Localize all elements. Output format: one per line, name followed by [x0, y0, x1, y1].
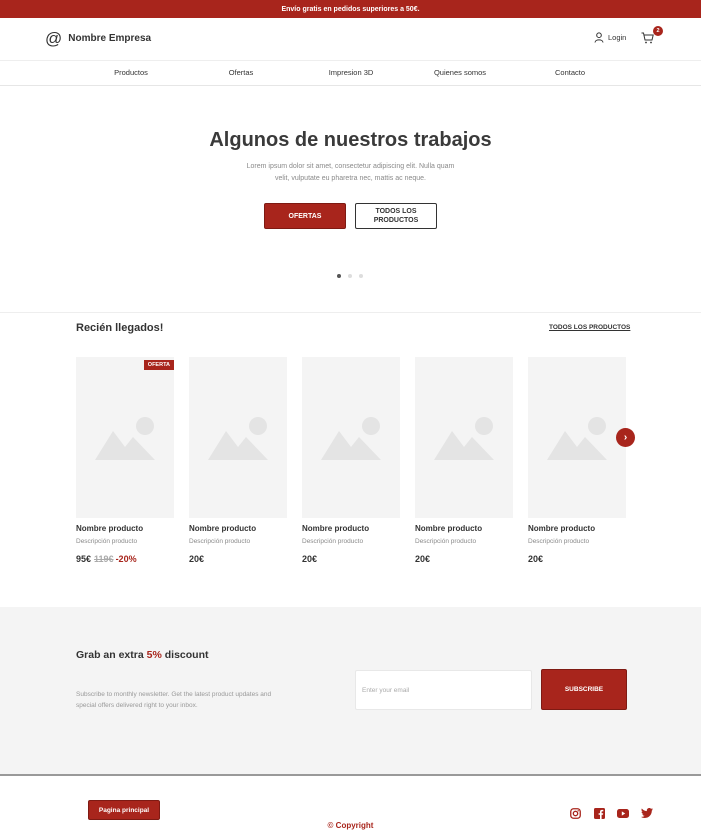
product-image[interactable]: OFERTA [76, 357, 174, 518]
cart-button[interactable]: 2 [641, 26, 663, 49]
instagram-icon[interactable] [569, 807, 581, 819]
product-name[interactable]: Nombre producto [415, 524, 482, 533]
promo-banner: Envío gratis en pedidos superiores a 50€… [0, 0, 701, 18]
carousel-dot[interactable] [359, 274, 363, 278]
copyright: © Copyright [327, 821, 374, 830]
hero-title: Algunos de nuestros trabajos [209, 129, 492, 151]
product-price: 95€ [76, 554, 92, 564]
product-card[interactable]: Nombre producto Descripción producto 20€ [415, 357, 513, 564]
nav-item-productos[interactable]: Productos [114, 68, 148, 77]
newsletter-section: Grab an extra 5% discount Subscribe to m… [0, 607, 701, 776]
product-price: 20€ [189, 554, 205, 564]
all-products-button[interactable]: TODOS LOS PRODUCTOS [355, 203, 437, 229]
newsletter-title-after: discount [164, 649, 209, 661]
offers-button[interactable]: OFERTAS [264, 203, 346, 229]
nav-item-quienes-somos[interactable]: Quienes somos [434, 68, 486, 77]
cart-count-badge: 2 [653, 26, 663, 36]
email-input[interactable] [355, 670, 532, 710]
product-image[interactable] [528, 357, 626, 518]
product-description: Descripción producto [189, 538, 251, 545]
image-placeholder-icon [95, 417, 155, 460]
login-label: Login [608, 33, 627, 42]
hero-carousel: Algunos de nuestros trabajos Lorem ipsum… [0, 87, 701, 313]
product-name[interactable]: Nombre producto [189, 524, 256, 533]
facebook-icon[interactable] [593, 807, 605, 819]
product-image[interactable] [302, 357, 400, 518]
carousel-dots [337, 274, 363, 278]
at-icon: @ [45, 29, 63, 48]
product-description: Descripción producto [76, 538, 138, 545]
brand-logo[interactable]: @ Nombre Empresa [45, 30, 151, 47]
product-price: 20€ [528, 554, 544, 564]
carousel-dot[interactable] [337, 274, 341, 278]
chevron-right-icon: › [623, 432, 628, 443]
image-placeholder-icon [321, 417, 381, 460]
old-price: 119€ [94, 554, 114, 564]
nav-item-impresion-3d[interactable]: Impresion 3D [329, 68, 374, 77]
product-name[interactable]: Nombre producto [302, 524, 369, 533]
product-name[interactable]: Nombre producto [528, 524, 595, 533]
product-description: Descripción producto [528, 538, 590, 545]
product-card[interactable]: Nombre producto Descripción producto 20€ [189, 357, 287, 564]
offer-badge: OFERTA [143, 360, 174, 370]
login-button[interactable]: Login [594, 32, 626, 43]
product-card[interactable]: Nombre producto Descripción producto 20€ [302, 357, 400, 564]
image-placeholder-icon [547, 417, 607, 460]
product-card[interactable]: OFERTA Nombre producto Descripción produ… [76, 357, 174, 564]
user-icon [594, 32, 604, 43]
product-description: Descripción producto [415, 538, 477, 545]
section-title: Recién llegados! [76, 322, 164, 334]
site-header: @ Nombre Empresa Login 2 [0, 18, 701, 60]
promo-text: Envío gratis en pedidos superiores a 50€… [281, 5, 420, 13]
product-price-row: 95€ 119€ -20% [76, 554, 137, 564]
main-nav: Productos Ofertas Impresion 3D Quienes s… [0, 60, 701, 86]
newsletter-text: Subscribe to monthly newsletter. Get the… [76, 691, 272, 709]
cart-icon [641, 32, 654, 44]
product-description: Descripción producto [302, 538, 364, 545]
product-price: 20€ [415, 554, 431, 564]
nav-item-ofertas[interactable]: Ofertas [229, 68, 254, 77]
subscribe-button[interactable]: SUBSCRIBE [541, 669, 627, 710]
product-price: 20€ [302, 554, 318, 564]
newsletter-title: Grab an extra 5% discount [76, 649, 208, 661]
hero-text: Lorem ipsum dolor sit amet, consectetur … [246, 163, 455, 182]
product-name[interactable]: Nombre producto [76, 524, 143, 533]
carousel-dot[interactable] [348, 274, 352, 278]
twitter-icon[interactable] [641, 807, 653, 819]
product-image[interactable] [189, 357, 287, 518]
all-products-link[interactable]: TODOS LOS PRODUCTOS [549, 324, 630, 331]
image-placeholder-icon [434, 417, 494, 460]
product-card[interactable]: Nombre producto Descripción producto 20€ [528, 357, 626, 564]
youtube-icon[interactable] [617, 807, 629, 819]
discount-label: -20% [115, 554, 137, 564]
brand-name: Nombre Empresa [68, 33, 152, 44]
social-links [569, 807, 653, 819]
nav-item-contacto[interactable]: Contacto [555, 68, 585, 77]
newsletter-title-highlight: 5% [146, 649, 162, 661]
newsletter-title-before: Grab an extra [76, 649, 144, 661]
image-placeholder-icon [208, 417, 268, 460]
carousel-next-button[interactable]: › [616, 428, 635, 447]
product-image[interactable] [415, 357, 513, 518]
home-button[interactable]: Pagina principal [88, 800, 160, 820]
